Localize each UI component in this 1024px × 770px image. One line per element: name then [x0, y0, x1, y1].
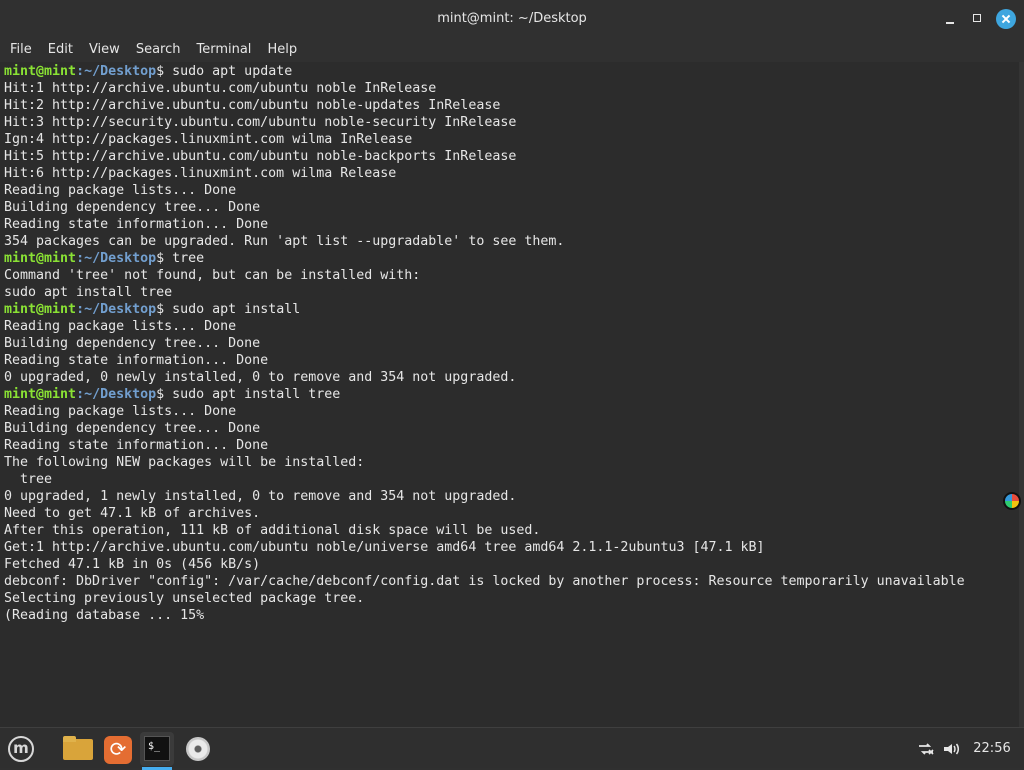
disc-icon[interactable] — [181, 732, 215, 766]
prompt-user: mint@mint — [4, 387, 77, 402]
terminal-prompt-line: mint@mint:~/Desktop$ sudo apt update — [4, 63, 292, 80]
terminal-output-line: Reading package lists... Done — [4, 183, 237, 198]
terminal-output-line: Get:1 http://archive.ubuntu.com/ubuntu n… — [4, 540, 765, 555]
volume-icon[interactable] — [943, 728, 961, 769]
prompt-user: mint@mint — [4, 302, 77, 317]
terminal-output-line: The following NEW packages will be insta… — [4, 455, 365, 470]
terminal-output-line: 354 packages can be upgraded. Run 'apt l… — [4, 234, 565, 249]
terminal-output-line: Fetched 47.1 kB in 0s (456 kB/s) — [4, 557, 261, 572]
network-disconnected-icon[interactable] — [917, 728, 935, 769]
menu-help[interactable]: Help — [259, 38, 305, 62]
terminal-output-line: Reading state information... Done — [4, 217, 269, 232]
close-button[interactable] — [996, 9, 1016, 29]
terminal-output-line: debconf: DbDriver "config": /var/cache/d… — [4, 574, 965, 589]
prompt-command: $ sudo apt install — [156, 302, 301, 317]
terminal-output-line: Ign:4 http://packages.linuxmint.com wilm… — [4, 132, 413, 147]
terminal-output-line: Hit:5 http://archive.ubuntu.com/ubuntu n… — [4, 149, 517, 164]
menu-search[interactable]: Search — [128, 38, 189, 62]
terminal-prompt-line: mint@mint:~/Desktop$ sudo apt install — [4, 301, 300, 318]
terminal-output-line: (Reading database ... 15% — [4, 608, 205, 623]
window-title: mint@mint: ~/Desktop — [437, 11, 587, 26]
terminal-output[interactable]: mint@mint:~/Desktop$ sudo apt update Hit:… — [0, 62, 1019, 727]
terminal-output-line: Selecting previously unselected package … — [4, 591, 365, 606]
terminal-taskbar-icon[interactable] — [140, 732, 174, 770]
terminal-output-line: After this operation, 111 kB of addition… — [4, 523, 541, 538]
terminal-prompt-line: mint@mint:~/Desktop$ tree — [4, 250, 204, 267]
terminal-output-line: Hit:6 http://packages.linuxmint.com wilm… — [4, 166, 397, 181]
maximize-button[interactable] — [968, 9, 988, 29]
terminal-output-line: Reading state information... Done — [4, 353, 269, 368]
terminal-output-line: Hit:1 http://archive.ubuntu.com/ubuntu n… — [4, 81, 437, 96]
terminal-output-line: Hit:2 http://archive.ubuntu.com/ubuntu n… — [4, 98, 501, 113]
taskbar: 22:56 — [0, 727, 1024, 770]
prompt-user: mint@mint — [4, 251, 77, 266]
terminal-output-line: Command 'tree' not found, but can be ins… — [4, 268, 421, 283]
prompt-user: mint@mint — [4, 64, 77, 79]
window-titlebar[interactable]: mint@mint: ~/Desktop — [0, 0, 1024, 38]
terminal-output-line: sudo apt install tree — [4, 285, 173, 300]
menu-file[interactable]: File — [0, 38, 40, 62]
mouse-cursor-icon — [1003, 492, 1021, 510]
prompt-path: :~/Desktop — [76, 251, 157, 266]
prompt-command: $ sudo apt install tree — [156, 387, 341, 402]
prompt-path: :~/Desktop — [76, 302, 157, 317]
backup-icon[interactable] — [101, 732, 135, 766]
prompt-path: :~/Desktop — [76, 64, 157, 79]
terminal-output-line: 0 upgraded, 0 newly installed, 0 to remo… — [4, 370, 517, 385]
terminal-output-line: Reading state information... Done — [4, 438, 269, 453]
terminal-output-line: tree — [4, 472, 53, 487]
terminal-output-line: Building dependency tree... Done — [4, 421, 261, 436]
mint-menu-icon[interactable] — [4, 732, 38, 766]
clock[interactable]: 22:56 — [970, 728, 1014, 769]
terminal-output-line: Building dependency tree... Done — [4, 336, 261, 351]
menu-edit[interactable]: Edit — [40, 38, 81, 62]
prompt-command: $ tree — [156, 251, 205, 266]
terminal-output-line: Reading package lists... Done — [4, 319, 237, 334]
minimize-button[interactable] — [940, 9, 960, 29]
terminal-window: mint@mint: ~/Desktop File Edit View Sear… — [0, 0, 1024, 727]
terminal-output-line: Building dependency tree... Done — [4, 200, 261, 215]
scrollbar[interactable] — [1019, 62, 1024, 727]
prompt-path: :~/Desktop — [76, 387, 157, 402]
prompt-command: $ sudo apt update — [156, 64, 293, 79]
menu-terminal[interactable]: Terminal — [188, 38, 259, 62]
menu-view[interactable]: View — [81, 38, 128, 62]
terminal-prompt-line: mint@mint:~/Desktop$ sudo apt install tr… — [4, 386, 340, 403]
files-icon[interactable] — [61, 732, 95, 766]
terminal-output-line: Reading package lists... Done — [4, 404, 237, 419]
terminal-output-line: Hit:3 http://security.ubuntu.com/ubuntu … — [4, 115, 517, 130]
menubar: File Edit View Search Terminal Help — [0, 38, 1024, 62]
terminal-output-line: 0 upgraded, 1 newly installed, 0 to remo… — [4, 489, 517, 504]
terminal-output-line: Need to get 47.1 kB of archives. — [4, 506, 261, 521]
